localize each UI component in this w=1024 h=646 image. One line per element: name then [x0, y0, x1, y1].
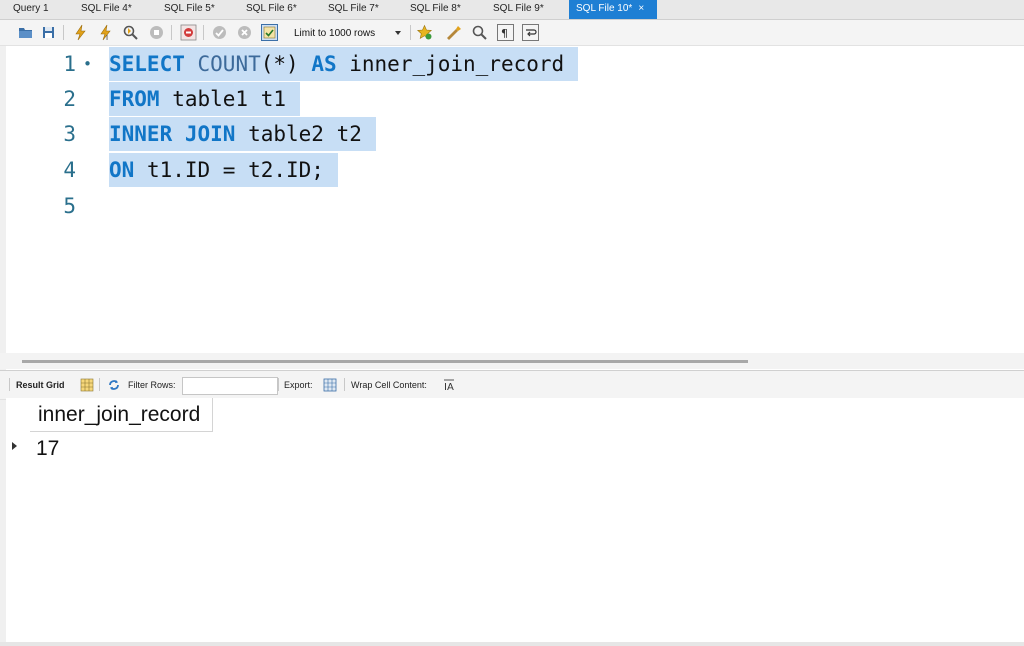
open-folder-icon[interactable] [17, 24, 34, 41]
stop-icon[interactable] [148, 24, 165, 41]
tab-label: SQL File 4* [81, 3, 132, 14]
tab-sql-file-4[interactable]: SQL File 4* [68, 0, 148, 19]
code-token: ON [109, 158, 135, 182]
code-line-2[interactable]: FROM table1 t1 [109, 82, 301, 116]
result-toolbar: Result Grid Filter Rows: Export: Wrap Ce… [0, 370, 1024, 400]
code-token: table2 t2 [235, 122, 362, 146]
save-icon[interactable] [40, 24, 57, 41]
svg-text:¶: ¶ [501, 27, 508, 40]
execute-selection-icon[interactable]: I [97, 24, 114, 41]
code-token: inner_join_record [336, 52, 565, 76]
editor-toolbar: I Limit to 1000 rows ¶ [0, 20, 1024, 46]
code-line-3[interactable]: INNER JOIN table2 t2 [109, 117, 376, 151]
result-grid-label[interactable]: Result Grid [16, 380, 65, 390]
wrap-cell-label: Wrap Cell Content: [351, 380, 427, 390]
code-token: t1.ID = t2.ID; [134, 158, 324, 182]
beautify-icon[interactable] [445, 24, 462, 41]
toolbar-separator [278, 378, 279, 391]
code-line-4[interactable]: ON t1.ID = t2.ID; [109, 153, 338, 187]
chevron-down-icon [395, 31, 401, 35]
wrap-cell-icon[interactable]: IA [442, 378, 456, 392]
toolbar-separator [203, 25, 204, 40]
tab-label: SQL File 6* [246, 3, 297, 14]
autocommit-icon[interactable] [261, 24, 278, 41]
line-number: 3 [63, 122, 76, 146]
tab-sql-file-9[interactable]: SQL File 9* [480, 0, 564, 19]
export-icon[interactable] [323, 378, 337, 392]
line-number: 1 [63, 52, 76, 76]
toolbar-separator [9, 378, 10, 391]
tab-sql-file-7[interactable]: SQL File 7* [315, 0, 395, 19]
code-token: INNER [109, 122, 173, 146]
wrap-icon[interactable] [522, 24, 539, 41]
code-token: COUNT [197, 52, 261, 76]
tab-label: SQL File 5* [164, 3, 215, 14]
current-line-marker: • [83, 55, 93, 73]
export-label: Export: [284, 380, 313, 390]
sql-editor[interactable]: 1 • 2 3 4 5 SELECT COUNT(*) AS inner_joi… [6, 46, 1024, 352]
toolbar-separator [344, 378, 345, 391]
toolbar-separator [63, 25, 64, 40]
code-line-1[interactable]: SELECT COUNT(*) AS inner_join_record [109, 47, 579, 81]
grid-view-icon[interactable] [80, 378, 94, 392]
code-token: JOIN [184, 122, 236, 146]
line-number: 5 [63, 194, 76, 218]
code-token: FROM [109, 87, 160, 111]
horizontal-scrollbar[interactable] [22, 360, 748, 363]
toolbar-separator [99, 378, 100, 391]
bottom-bar [0, 642, 1024, 646]
svg-text:I: I [106, 34, 108, 41]
toolbar-separator [171, 25, 172, 40]
tab-label: SQL File 7* [328, 3, 379, 14]
result-grid: inner_join_record 17 [6, 398, 1024, 642]
line-number: 2 [63, 87, 76, 111]
code-token: AS [311, 52, 337, 76]
current-row-icon [12, 442, 17, 450]
rollback-icon[interactable] [236, 24, 253, 41]
tab-sql-file-10[interactable]: SQL File 10* × [569, 0, 657, 19]
find-icon[interactable] [471, 24, 488, 41]
tab-sql-file-8[interactable]: SQL File 8* [397, 0, 477, 19]
tab-query-1[interactable]: Query 1 [0, 0, 64, 19]
filter-rows-input[interactable] [182, 377, 278, 395]
tab-sql-file-5[interactable]: SQL File 5* [151, 0, 231, 19]
close-icon[interactable]: × [638, 3, 644, 14]
explain-icon[interactable] [122, 24, 139, 41]
filter-rows-label: Filter Rows: [128, 380, 176, 390]
grid-cell[interactable]: 17 [36, 434, 59, 464]
refresh-icon[interactable] [107, 378, 121, 392]
tab-label: SQL File 9* [493, 3, 544, 14]
tab-label: SQL File 8* [410, 3, 461, 14]
tab-sql-file-6[interactable]: SQL File 6* [233, 0, 313, 19]
toggle-error-icon[interactable] [180, 24, 197, 41]
column-header[interactable]: inner_join_record [30, 398, 214, 432]
code-token: SELECT [109, 52, 185, 76]
commit-icon[interactable] [211, 24, 228, 41]
limit-rows-value: Limit to 1000 rows [294, 28, 376, 39]
execute-icon[interactable] [72, 24, 89, 41]
toolbar-separator [410, 25, 411, 40]
code-token: (*) [260, 52, 312, 76]
tab-label: SQL File 10* [576, 3, 633, 14]
tab-label: Query 1 [13, 3, 49, 14]
tab-bar: Query 1 SQL File 4* SQL File 5* SQL File… [0, 0, 1024, 20]
bookmark-icon[interactable] [416, 24, 433, 41]
code-token: table1 t1 [159, 87, 287, 111]
svg-text:IA: IA [444, 382, 454, 392]
line-number: 4 [63, 158, 76, 182]
limit-rows-select[interactable]: Limit to 1000 rows [289, 23, 405, 42]
invisible-chars-icon[interactable]: ¶ [497, 24, 514, 41]
